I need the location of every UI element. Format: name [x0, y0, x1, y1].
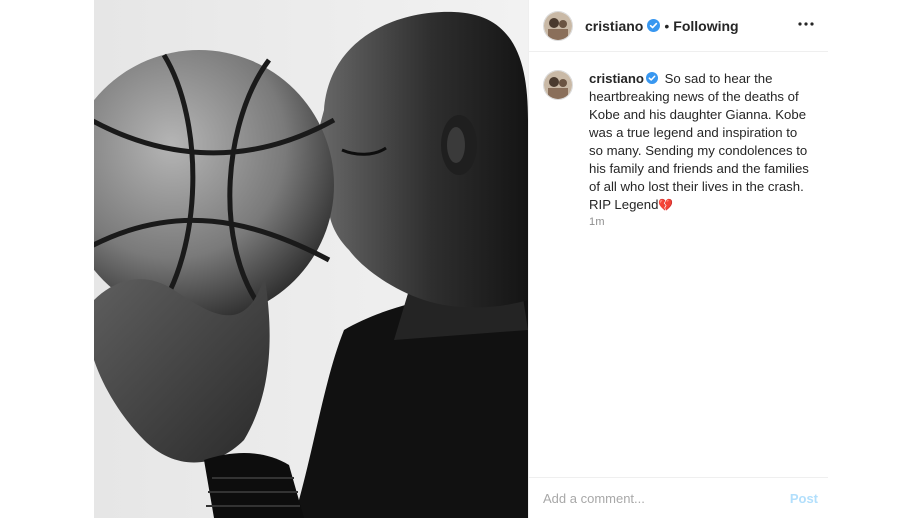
post-header: cristiano • Following: [529, 0, 828, 52]
more-options-icon[interactable]: [792, 10, 820, 38]
post-side-panel: cristiano • Following cristiano So sad t…: [528, 0, 828, 518]
post-timestamp[interactable]: 1m: [589, 216, 605, 228]
caption-body: cristiano So sad to hear the heartbreaki…: [589, 70, 809, 214]
username-link[interactable]: cristiano: [585, 18, 643, 34]
post-caption: cristiano So sad to hear the heartbreaki…: [543, 70, 813, 214]
separator-dot: •: [664, 17, 670, 34]
portrait-illustration: [94, 0, 528, 518]
caption-text: So sad to hear the heartbreaking news of…: [589, 71, 809, 212]
comment-bar: Post: [529, 477, 828, 518]
avatar-image: [544, 71, 572, 99]
following-button[interactable]: Following: [673, 18, 738, 34]
post-photo[interactable]: [94, 0, 528, 518]
caption-username-link[interactable]: cristiano: [589, 71, 644, 86]
instagram-post: cristiano • Following cristiano So sad t…: [94, 0, 828, 518]
caption-avatar[interactable]: [543, 70, 573, 100]
verified-badge-icon: [645, 71, 658, 84]
avatar-image: [544, 11, 572, 40]
verified-badge-icon: [647, 19, 661, 32]
post-comment-button[interactable]: Post: [790, 491, 818, 506]
broken-heart-emoji: 💔: [658, 198, 674, 212]
comment-input[interactable]: [543, 490, 790, 506]
avatar[interactable]: [543, 10, 573, 41]
